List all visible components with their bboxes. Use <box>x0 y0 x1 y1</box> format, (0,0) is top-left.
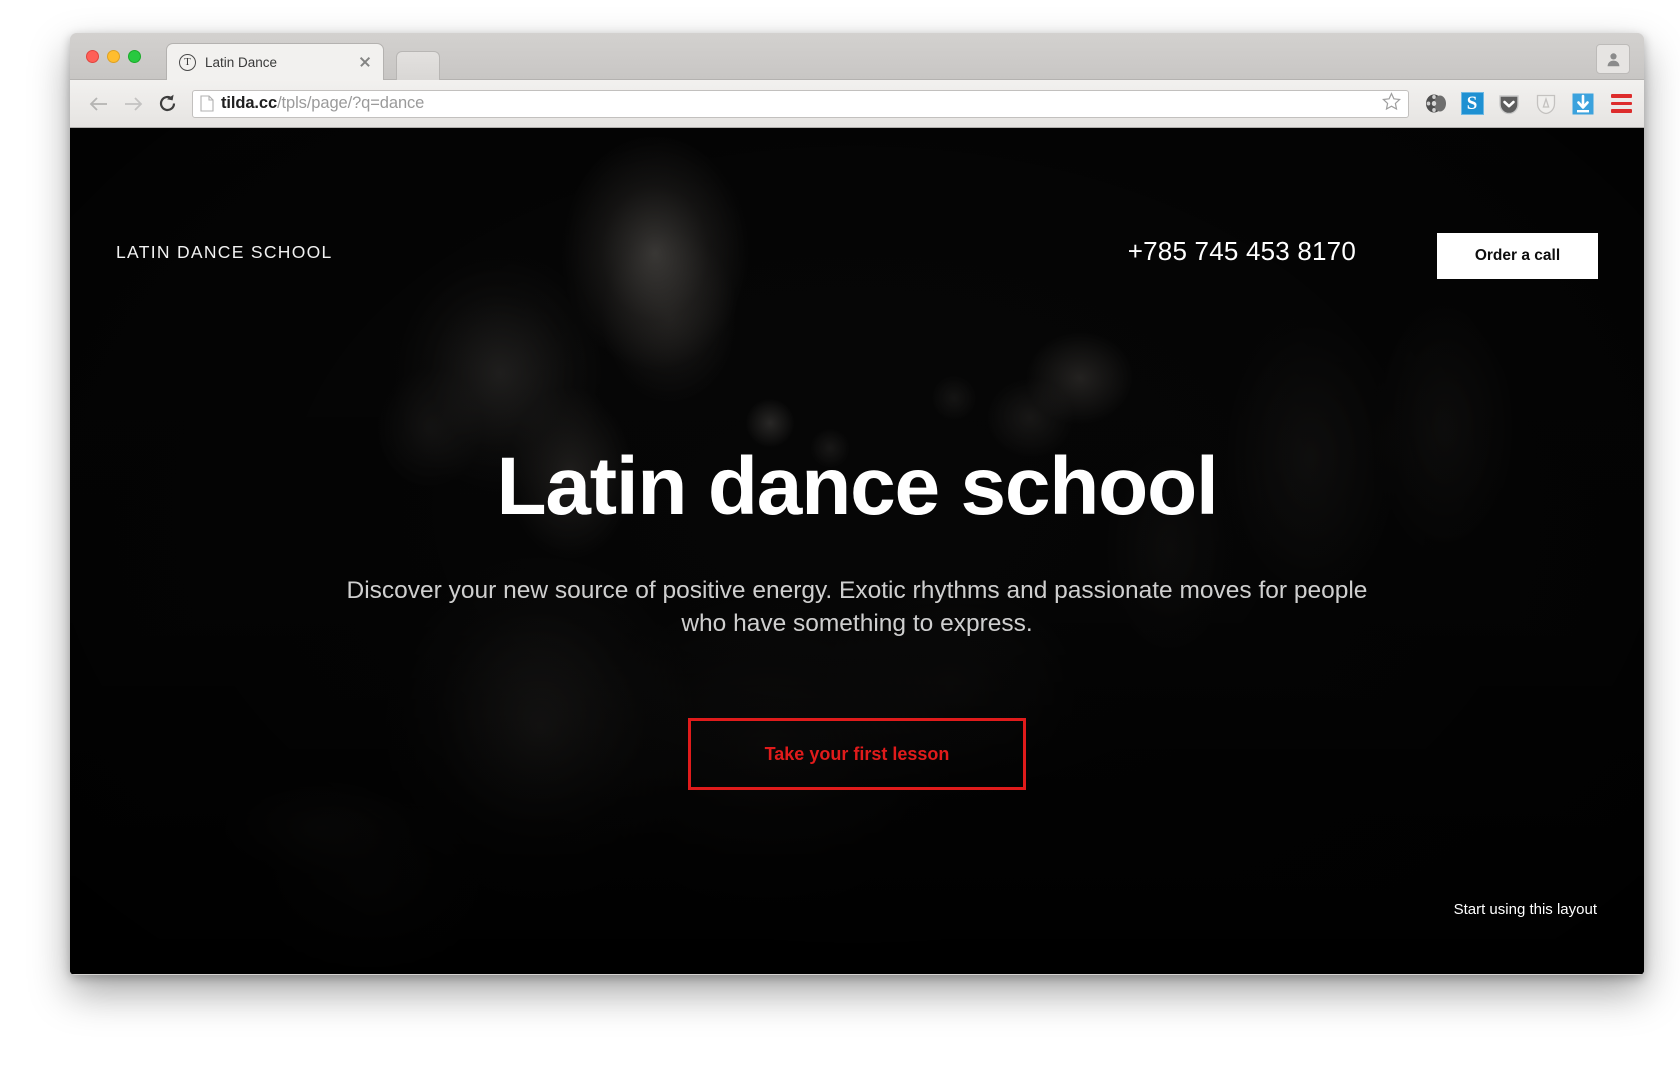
menu-line <box>1611 101 1632 106</box>
star-icon <box>1382 91 1401 110</box>
address-bar[interactable]: tilda.cc/tpls/page/?q=dance <box>192 89 1409 118</box>
new-tab-button[interactable] <box>396 51 440 80</box>
shield-icon[interactable] <box>1533 91 1559 117</box>
page-title: Latin dance school <box>496 441 1218 532</box>
chrome-menu-button[interactable] <box>1611 94 1632 113</box>
shield-glyph <box>1536 94 1556 114</box>
browser-toolbar: tilda.cc/tpls/page/?q=dance S <box>70 80 1644 128</box>
browser-window: T Latin Dance tilda.cc/tpls/page/?q=danc… <box>70 33 1644 975</box>
bookmark-star-icon[interactable] <box>1374 91 1401 116</box>
download-glyph <box>1572 93 1594 114</box>
screenshot-root: T Latin Dance tilda.cc/tpls/page/?q=danc… <box>0 0 1680 1068</box>
person-icon <box>1607 52 1619 66</box>
arrow-right-icon <box>125 96 143 111</box>
url-path: /tpls/page/?q=dance <box>277 94 425 112</box>
site-brand: LATIN DANCE SCHOOL <box>116 242 333 262</box>
close-tab-icon[interactable] <box>357 54 373 70</box>
tilda-favicon: T <box>179 53 196 71</box>
window-controls <box>86 50 141 63</box>
close-window-button[interactable] <box>86 50 99 63</box>
hero-subtitle: Discover your new source of positive ene… <box>346 577 1368 637</box>
pocket-glyph <box>1499 94 1519 114</box>
url-host: tilda.cc <box>221 94 278 112</box>
film-reel-icon[interactable] <box>1422 91 1448 117</box>
hero-section: LATIN DANCE SCHOOL +785 745 453 8170 Ord… <box>70 128 1644 974</box>
maximize-window-button[interactable] <box>128 50 141 63</box>
phone-number[interactable]: +785 745 453 8170 <box>1128 236 1356 267</box>
menu-line <box>1611 94 1632 98</box>
back-button[interactable] <box>82 87 116 121</box>
browser-tab[interactable]: T Latin Dance <box>166 43 384 80</box>
take-first-lesson-button[interactable]: Take your first lesson <box>688 718 1026 790</box>
profile-button[interactable] <box>1596 44 1630 74</box>
start-using-this-layout-link[interactable]: Start using this layout <box>1454 901 1597 918</box>
extensions-bar: S <box>1418 91 1632 117</box>
forward-button[interactable] <box>116 87 150 121</box>
order-a-call-button[interactable]: Order a call <box>1437 233 1598 279</box>
pocket-icon[interactable] <box>1496 91 1522 117</box>
film-reel-glyph <box>1425 94 1446 113</box>
tab-title: Latin Dance <box>205 54 278 70</box>
menu-line <box>1611 109 1632 113</box>
minimize-window-button[interactable] <box>107 50 120 63</box>
page-viewport: LATIN DANCE SCHOOL +785 745 453 8170 Ord… <box>70 128 1644 974</box>
tab-strip: T Latin Dance <box>70 33 1644 80</box>
url-text: tilda.cc/tpls/page/?q=dance <box>221 94 424 113</box>
skype-letter: S <box>1460 92 1484 115</box>
reload-button[interactable] <box>150 87 184 121</box>
arrow-left-icon <box>89 96 107 111</box>
page-icon <box>200 95 214 112</box>
download-arrow-icon[interactable] <box>1570 91 1596 117</box>
reload-icon <box>159 94 175 112</box>
skype-icon[interactable]: S <box>1459 91 1485 117</box>
